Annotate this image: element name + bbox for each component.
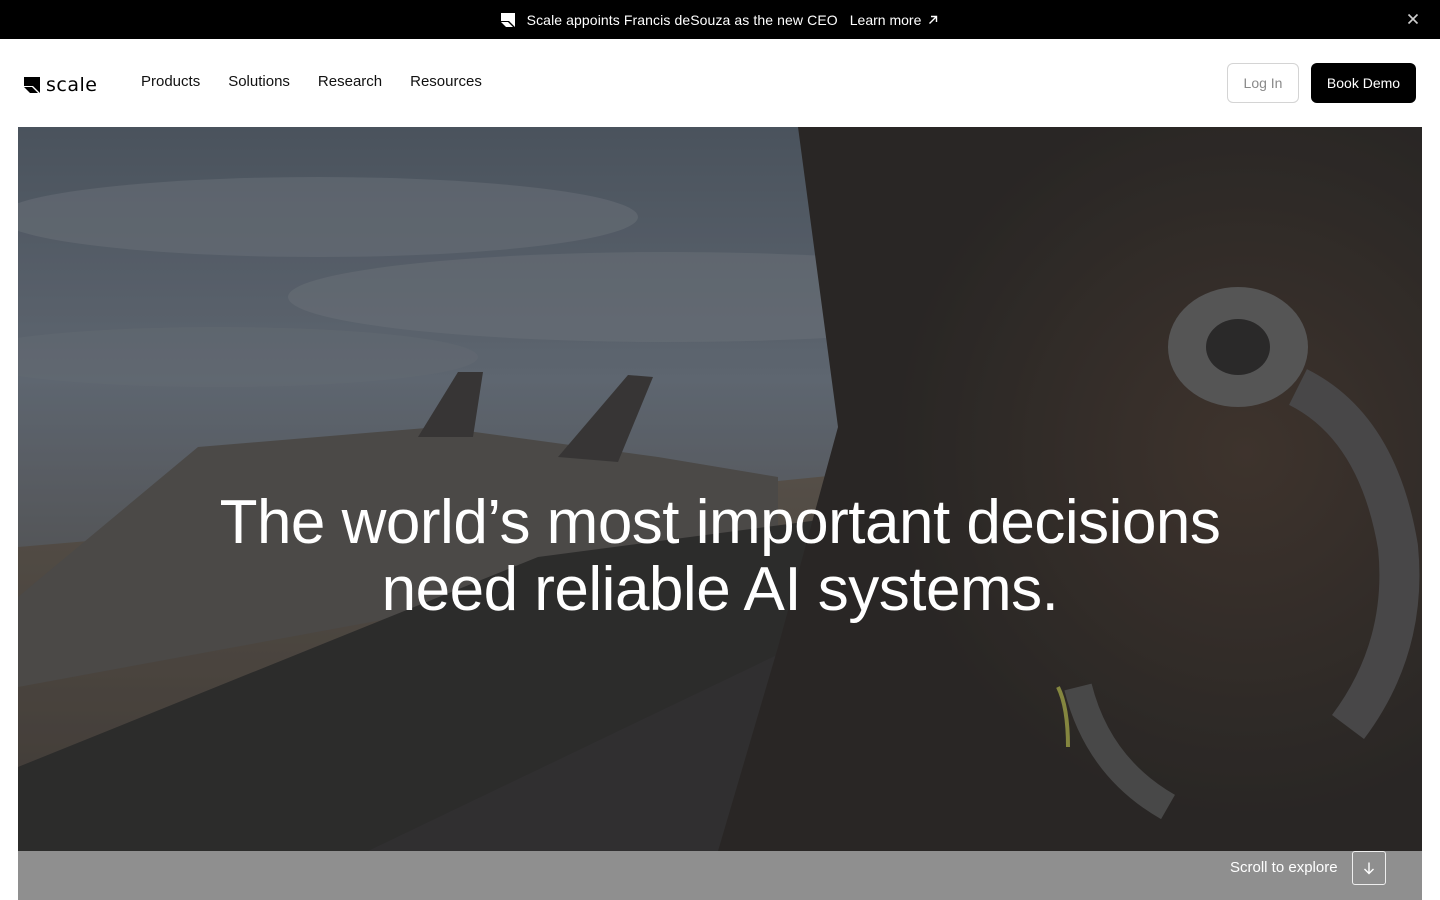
close-icon[interactable] [1406, 12, 1420, 26]
scroll-down-button[interactable] [1352, 851, 1386, 885]
log-in-button[interactable]: Log In [1227, 63, 1299, 103]
hero-headline: The world’s most important decisions nee… [18, 489, 1422, 623]
hero-headline-line-1: The world’s most important decisions [219, 488, 1221, 557]
scroll-to-explore-label: Scroll to explore [1230, 859, 1338, 876]
hero-headline-line-2: need reliable AI systems. [381, 555, 1059, 624]
scale-mark-icon [500, 12, 515, 27]
scale-logo-mark-icon [24, 77, 40, 93]
nav-item-solutions[interactable]: Solutions [228, 73, 290, 90]
main-nav: Products Solutions Research Resources [141, 73, 482, 90]
scale-logo[interactable]: scale [24, 74, 97, 96]
announcement-content: Scale appoints Francis deSouza as the ne… [500, 11, 940, 28]
hero-bottom-strip [18, 851, 1422, 900]
announcement-message: Scale appoints Francis deSouza as the ne… [526, 11, 838, 28]
nav-item-products[interactable]: Products [141, 73, 200, 90]
nav-item-resources[interactable]: Resources [410, 73, 482, 90]
learn-more-link[interactable]: Learn more [850, 12, 940, 28]
book-demo-button[interactable]: Book Demo [1311, 63, 1416, 103]
nav-item-research[interactable]: Research [318, 73, 382, 90]
arrow-down-icon [1364, 862, 1374, 875]
learn-more-label: Learn more [849, 11, 922, 28]
hero-section: The world’s most important decisions nee… [18, 127, 1422, 851]
arrow-up-right-icon [929, 15, 938, 24]
announcement-bar: Scale appoints Francis deSouza as the ne… [0, 0, 1440, 39]
scale-wordmark: scale [46, 74, 98, 96]
site-header: scale Products Solutions Research Resour… [0, 39, 1440, 127]
